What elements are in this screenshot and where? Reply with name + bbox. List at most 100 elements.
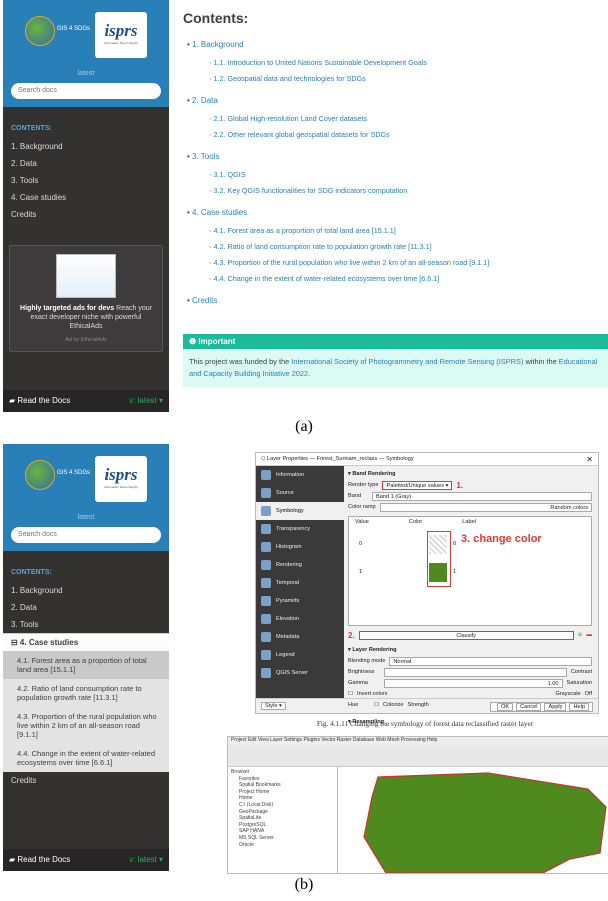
- browser-item[interactable]: GeoPackage: [239, 809, 334, 816]
- rtd-version[interactable]: v: latest ▾: [129, 396, 163, 405]
- gamma-slider[interactable]: 1.00: [384, 679, 563, 688]
- toc-section[interactable]: 2. Data: [187, 96, 608, 105]
- browser-item[interactable]: MS SQL Server: [239, 835, 334, 842]
- menu-bar[interactable]: Project Edit View Layer Settings Plugins…: [228, 737, 608, 745]
- browser-item[interactable]: Home: [239, 795, 334, 802]
- band-rendering-group[interactable]: ▾ Band Rendering: [348, 469, 592, 480]
- nav-sub-4-3[interactable]: 4.3. Proportion of the rural population …: [3, 707, 169, 744]
- tab-symbology[interactable]: Symbology: [256, 502, 344, 520]
- nav-sub-4-2[interactable]: 4.2. Ratio of land consumption rate to p…: [3, 679, 169, 707]
- toc-subsection[interactable]: 4.3. Proportion of the rural population …: [209, 258, 608, 267]
- nav-item-case-studies[interactable]: 4. Case studies: [3, 189, 169, 206]
- rtd-flyout[interactable]: ▰ Read the Docs v: latest ▾: [3, 849, 169, 871]
- apply-button[interactable]: Apply: [544, 703, 567, 711]
- browser-item[interactable]: PostgreSQL: [239, 822, 334, 829]
- logo[interactable]: GIS 4 SDGs isprs Information Fleet Integr…: [9, 448, 163, 512]
- tab-temporal[interactable]: Temporal: [256, 574, 344, 592]
- toc-section[interactable]: 1. Background: [187, 40, 608, 49]
- toc-subsection[interactable]: 1.2. Geospatial data and technologies fo…: [209, 74, 608, 83]
- browser-item[interactable]: C:\ (Local Disk): [239, 802, 334, 809]
- nav-item-tools[interactable]: 3. Tools: [3, 616, 169, 633]
- layer-rendering-group[interactable]: ▾ Layer Rendering: [348, 645, 592, 656]
- tab-legend[interactable]: Legend: [256, 646, 344, 664]
- band-select[interactable]: Band 1 (Gray): [372, 492, 592, 501]
- symbology-panel: ▾ Band Rendering Render type Paletted/Uni…: [348, 469, 592, 725]
- tab-histogram[interactable]: Histogram: [256, 538, 344, 556]
- rtd-flyout[interactable]: ▰ Read the Docs v: latest ▾: [3, 390, 169, 412]
- dialog-title: Layer Properties — Forest_Surinam_reclas…: [266, 456, 414, 462]
- annotation-3: 3. change color: [461, 533, 542, 545]
- map-canvas[interactable]: [338, 767, 608, 873]
- nav-item-credits[interactable]: Credits: [3, 206, 169, 223]
- nav-sub-4-1[interactable]: 4.1. Forest area as a proportion of tota…: [3, 651, 169, 679]
- annotation-1: 1.: [456, 481, 464, 490]
- toc-subsection[interactable]: 2.1. Global High-resolution Land Cover d…: [209, 114, 608, 123]
- close-icon[interactable]: ✕: [586, 455, 593, 464]
- brightness-slider[interactable]: [384, 668, 567, 677]
- nav-item-case-studies-current[interactable]: ⊟ 4. Case studies: [3, 633, 169, 651]
- annotation-2: 2.: [348, 631, 355, 640]
- nav-item-background[interactable]: 1. Background: [3, 138, 169, 155]
- browser-item[interactable]: Favorites: [239, 776, 334, 783]
- forest-map: [363, 772, 607, 873]
- ok-button[interactable]: OK: [496, 703, 514, 711]
- tab-source[interactable]: Source: [256, 484, 344, 502]
- toc-subsection[interactable]: 3.2. Key QGIS functionalities for SDG in…: [209, 186, 608, 195]
- globe-icon: [25, 16, 55, 46]
- globe-icon: [25, 460, 55, 490]
- browser-item[interactable]: SpatiaLite: [239, 815, 334, 822]
- class-list[interactable]: Value Color Label 0 1 0 1 3. change color: [348, 516, 592, 626]
- isprs-link[interactable]: International Society of Photogrammetry …: [291, 357, 523, 366]
- nav-sub-4-4[interactable]: 4.4. Change in the extent of water-relat…: [3, 744, 169, 772]
- toc-subsection[interactable]: 4.2. Ratio of land consumption rate to p…: [209, 242, 608, 251]
- toc-section[interactable]: 4. Case studies: [187, 208, 608, 217]
- layer-properties-dialog: Q Layer Properties — Forest_Surinam_recl…: [255, 452, 599, 725]
- color-highlight-box: [427, 531, 451, 587]
- toc-subsection[interactable]: 4.4. Change in the extent of water-relat…: [209, 274, 608, 283]
- panel-a: GIS 4 SDGs isprs Information Fleet Integr…: [3, 0, 608, 412]
- rtd-version[interactable]: v: latest ▾: [129, 855, 163, 864]
- help-button[interactable]: Help: [569, 703, 589, 711]
- classify-button[interactable]: Classify: [358, 631, 574, 640]
- tab-qgis-server[interactable]: QGIS Server: [256, 664, 344, 682]
- tab-rendering[interactable]: Rendering: [256, 556, 344, 574]
- sidebar: GIS 4 SDGs isprs Information Fleet Integr…: [3, 0, 169, 412]
- search-input[interactable]: Search docs: [11, 83, 161, 99]
- contents-caption: CONTENTS:: [11, 125, 52, 132]
- cancel-button[interactable]: Cancel: [516, 703, 542, 711]
- logo[interactable]: GIS 4 SDGs isprs Information Fleet Integr…: [9, 4, 163, 68]
- toc-subsection[interactable]: 1.1. Introduction to United Nations Sust…: [209, 58, 608, 67]
- toc-subsection[interactable]: 3.1. QGIS: [209, 170, 608, 179]
- ad-footer[interactable]: Ad by EthicalAds: [14, 337, 158, 343]
- tab-transparency[interactable]: Transparency: [256, 520, 344, 538]
- nav-item-background[interactable]: 1. Background: [3, 582, 169, 599]
- nav-item-data[interactable]: 2. Data: [3, 155, 169, 172]
- toc-subsection[interactable]: 4.1. Forest area as a proportion of tota…: [209, 226, 608, 235]
- blending-mode-select[interactable]: Normal: [389, 657, 592, 666]
- browser-item[interactable]: SAP HANA: [239, 828, 334, 835]
- remove-class-icon[interactable]: ▬: [586, 630, 592, 641]
- toc-section[interactable]: Credits: [187, 296, 608, 305]
- toc-subsection[interactable]: 2.2. Other relevant global geospatial da…: [209, 130, 608, 139]
- browser-title: Browser: [231, 769, 250, 775]
- tab-information[interactable]: Information: [256, 466, 344, 484]
- color-ramp-select[interactable]: Random colors: [379, 503, 592, 512]
- browser-item[interactable]: Spatial Bookmarks: [239, 782, 334, 789]
- tab-pyramids[interactable]: Pyramids: [256, 592, 344, 610]
- search-input[interactable]: Search docs: [11, 527, 161, 543]
- render-type-select[interactable]: Paletted/Unique values ▾: [382, 481, 453, 490]
- tab-metadata[interactable]: Metadata: [256, 628, 344, 646]
- add-class-icon[interactable]: ⊕: [578, 630, 583, 641]
- tab-elevation[interactable]: Elevation: [256, 610, 344, 628]
- nav-item-credits[interactable]: Credits: [3, 772, 169, 789]
- ad-image: [56, 254, 116, 298]
- ethicalads-banner[interactable]: Highly targeted ads for devs Reach your …: [9, 245, 163, 352]
- style-button[interactable]: Style ▾: [261, 702, 286, 710]
- nav-item-tools[interactable]: 3. Tools: [3, 172, 169, 189]
- browser-item[interactable]: Oracle: [239, 842, 334, 849]
- browser-item[interactable]: Project Home: [239, 789, 334, 796]
- toolbar[interactable]: [228, 745, 608, 767]
- nav-item-data[interactable]: 2. Data: [3, 599, 169, 616]
- toc-section[interactable]: 3. Tools: [187, 152, 608, 161]
- version-label: latest: [77, 70, 95, 77]
